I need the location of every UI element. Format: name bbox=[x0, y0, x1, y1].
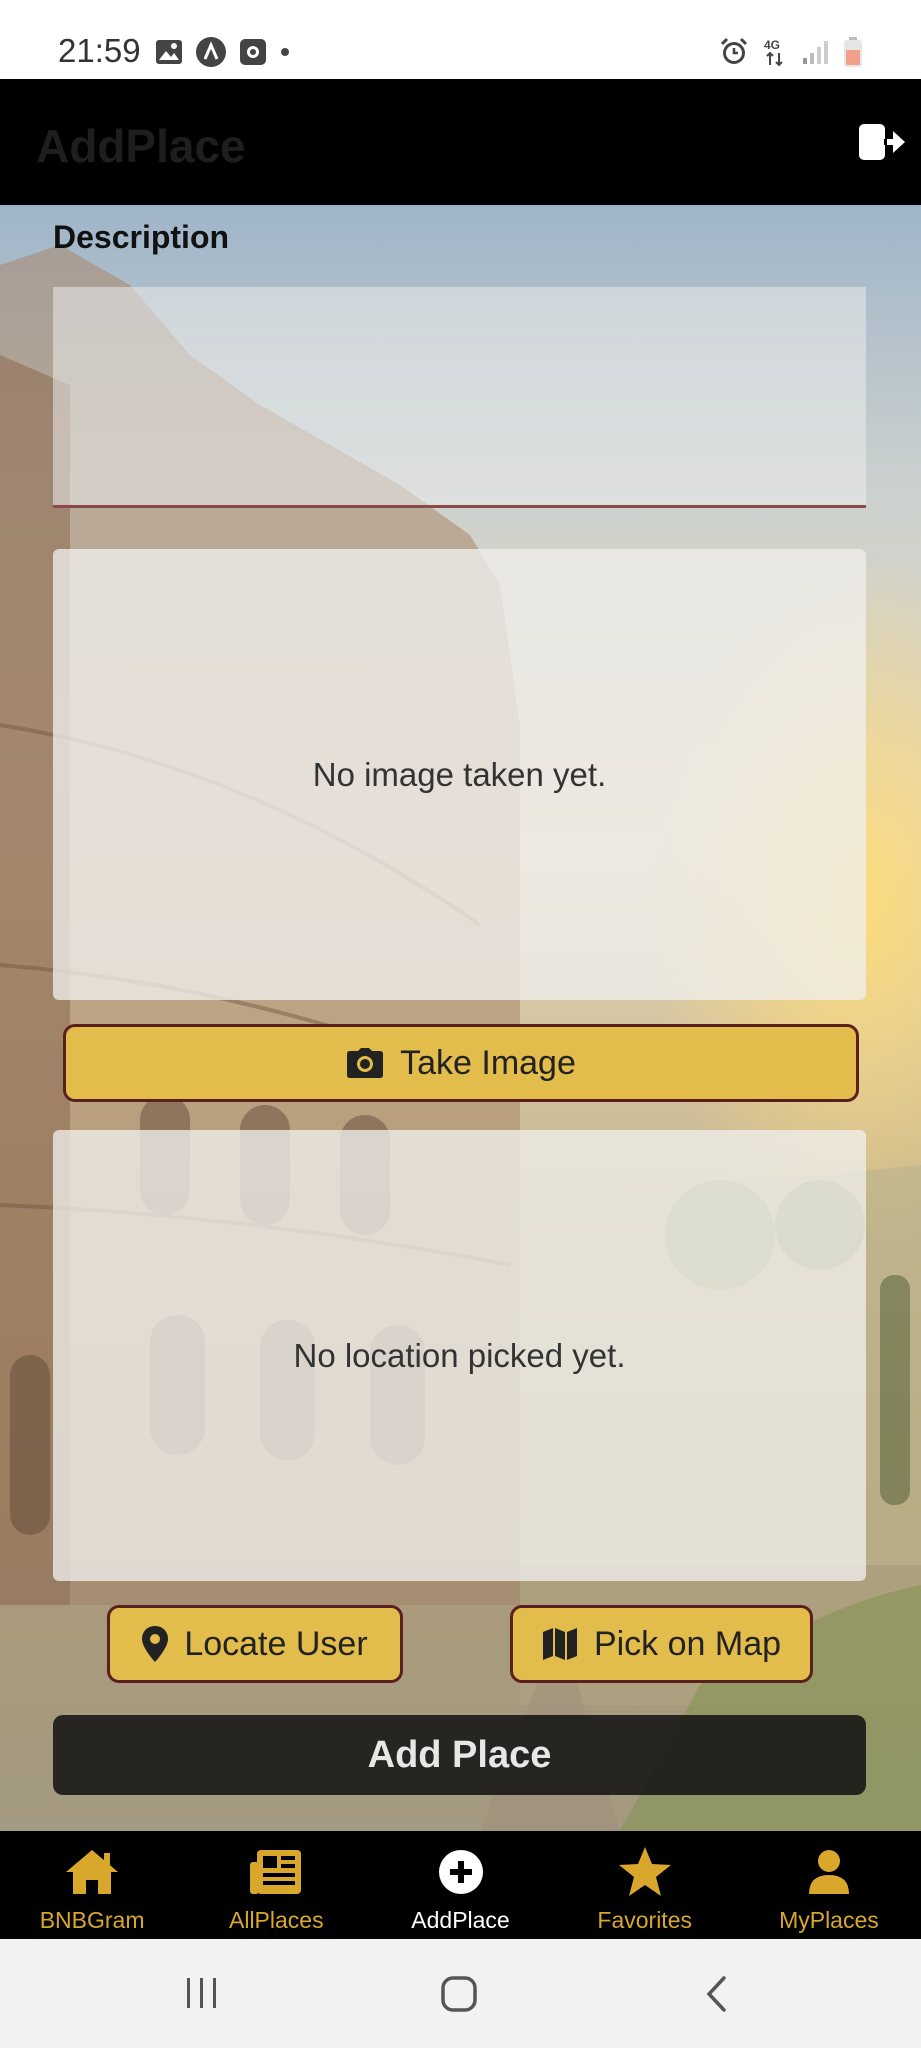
app-icon bbox=[195, 36, 227, 73]
status-bar: 21:59 4G bbox=[0, 0, 921, 79]
system-nav-bar bbox=[0, 1939, 921, 2048]
newspaper-icon bbox=[249, 1845, 303, 1899]
nav-label-allplaces: AllPlaces bbox=[229, 1907, 324, 1933]
alarm-icon bbox=[719, 37, 749, 72]
camera-icon bbox=[346, 1048, 384, 1078]
network-4g-icon: 4G bbox=[763, 37, 787, 72]
user-icon bbox=[807, 1845, 851, 1899]
nav-label-favorites: Favorites bbox=[597, 1907, 692, 1933]
nav-label-myplaces: MyPlaces bbox=[779, 1907, 879, 1933]
pick-on-map-label: Pick on Map bbox=[593, 1624, 782, 1663]
image-preview-text: No image taken yet. bbox=[312, 755, 607, 793]
description-input[interactable] bbox=[53, 287, 866, 508]
add-place-form: Description No image taken yet. Take Ima… bbox=[0, 205, 921, 1831]
home-button-icon[interactable] bbox=[440, 1975, 478, 2018]
nav-label-bnbgram: BNBGram bbox=[39, 1907, 145, 1933]
bottom-nav: BNBGram AllPlaces AddPlace Favorites MyP… bbox=[0, 1831, 921, 1939]
plus-circle-icon bbox=[438, 1845, 484, 1899]
nav-item-addplace[interactable]: AddPlace bbox=[368, 1831, 552, 1939]
page-title: AddPlace bbox=[36, 120, 246, 172]
locate-user-button[interactable]: Locate User bbox=[107, 1605, 403, 1683]
add-place-label: Add Place bbox=[367, 1733, 552, 1776]
recents-icon[interactable] bbox=[184, 1975, 220, 2016]
map-pin-icon bbox=[142, 1626, 169, 1662]
pick-on-map-button[interactable]: Pick on Map bbox=[510, 1605, 813, 1683]
star-icon bbox=[618, 1845, 672, 1899]
locate-user-label: Locate User bbox=[184, 1624, 368, 1663]
add-place-button[interactable]: Add Place bbox=[53, 1715, 866, 1795]
status-time: 21:59 bbox=[58, 32, 141, 69]
nav-item-myplaces[interactable]: MyPlaces bbox=[737, 1831, 921, 1939]
nav-item-favorites[interactable]: Favorites bbox=[553, 1831, 737, 1939]
take-image-label: Take Image bbox=[400, 1043, 576, 1082]
image-preview: No image taken yet. bbox=[53, 549, 866, 1000]
nav-item-bnbgram[interactable]: BNBGram bbox=[0, 1831, 184, 1939]
signal-icon bbox=[801, 38, 829, 71]
take-image-button[interactable]: Take Image bbox=[63, 1024, 859, 1102]
battery-low-icon bbox=[843, 36, 863, 73]
location-preview: No location picked yet. bbox=[53, 1130, 866, 1581]
app-square-icon bbox=[239, 38, 267, 71]
description-label: Description bbox=[53, 219, 230, 255]
svg-text:4G: 4G bbox=[764, 38, 780, 52]
logout-icon[interactable] bbox=[857, 122, 909, 162]
app-bar: AddPlace bbox=[0, 79, 921, 205]
location-preview-text: No location picked yet. bbox=[293, 1336, 626, 1374]
nav-item-allplaces[interactable]: AllPlaces bbox=[184, 1831, 368, 1939]
home-icon bbox=[64, 1845, 120, 1899]
map-icon bbox=[542, 1627, 578, 1661]
nav-label-addplace: AddPlace bbox=[411, 1907, 510, 1933]
dot-icon bbox=[279, 45, 291, 63]
back-icon[interactable] bbox=[704, 1975, 730, 2018]
image-icon bbox=[155, 39, 183, 70]
